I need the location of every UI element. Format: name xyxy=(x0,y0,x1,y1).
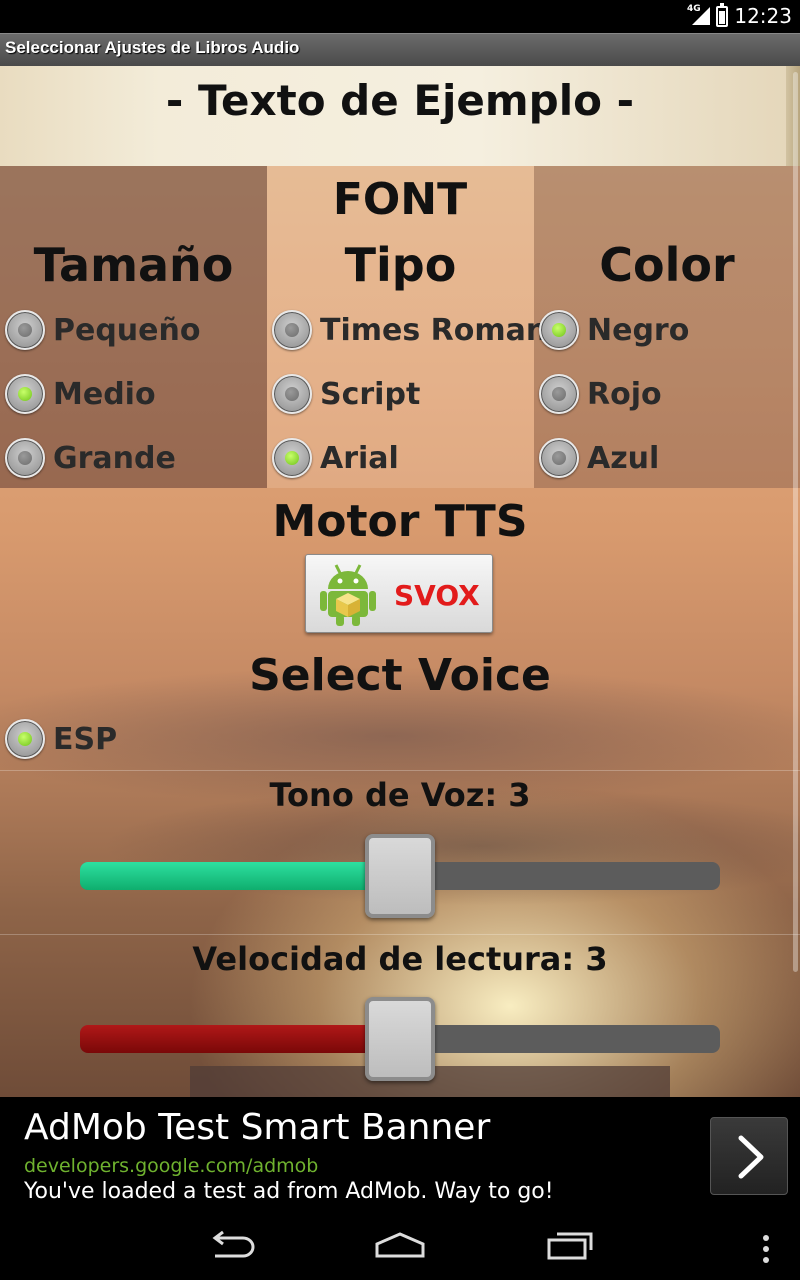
speed-slider-fill xyxy=(80,1025,400,1053)
font-color-heading: Color xyxy=(599,238,735,292)
pitch-slider-thumb[interactable] xyxy=(365,834,435,918)
radio-color-negro[interactable]: Negro xyxy=(539,305,689,355)
ad-description: You've loaded a test ad from AdMob. Way … xyxy=(24,1179,554,1204)
radio-button[interactable] xyxy=(539,374,579,414)
radio-label: Script xyxy=(320,376,421,412)
radio-type-arial[interactable]: Arial xyxy=(272,433,399,483)
recent-apps-icon[interactable] xyxy=(545,1230,597,1264)
radio-color-rojo[interactable]: Rojo xyxy=(539,369,662,419)
app-title: Seleccionar Ajustes de Libros Audio xyxy=(5,38,300,57)
pitch-slider[interactable] xyxy=(80,834,720,918)
android-package-icon xyxy=(318,561,378,631)
settings-content[interactable]: - Texto de Ejemplo - Tamaño Tipo Color F… xyxy=(0,66,800,1097)
radio-button[interactable] xyxy=(272,438,312,478)
ad-title: AdMob Test Smart Banner xyxy=(24,1107,491,1148)
radio-color-azul[interactable]: Azul xyxy=(539,433,659,483)
radio-button[interactable] xyxy=(272,310,312,350)
radio-label: Pequeño xyxy=(53,312,201,348)
radio-label: Grande xyxy=(53,440,176,476)
status-bar: 4G 12:23 xyxy=(0,0,800,33)
radio-type-times-roman[interactable]: Times Roman xyxy=(272,305,547,355)
font-type-heading: Tipo xyxy=(344,238,457,292)
radio-size-pequeno[interactable]: Pequeño xyxy=(5,305,200,355)
radio-type-script[interactable]: Script xyxy=(272,369,420,419)
radio-button[interactable] xyxy=(5,374,45,414)
font-section-label: FONT xyxy=(332,174,468,225)
radio-label: Azul xyxy=(587,440,660,476)
app-title-bar: Seleccionar Ajustes de Libros Audio xyxy=(0,33,800,66)
tts-engine-heading: Motor TTS xyxy=(272,496,528,547)
chevron-right-icon xyxy=(738,1135,764,1179)
radio-label: Times Roman xyxy=(320,312,548,348)
select-voice-heading: Select Voice xyxy=(249,650,551,701)
radio-button[interactable] xyxy=(5,310,45,350)
pitch-label: Tono de Voz: 3 xyxy=(269,776,531,814)
clock: 12:23 xyxy=(734,4,792,28)
speed-label: Velocidad de lectura: 3 xyxy=(192,940,608,978)
ad-open-button[interactable] xyxy=(710,1117,788,1195)
navigation-bar xyxy=(0,1212,800,1280)
radio-button[interactable] xyxy=(5,719,45,759)
tts-engine-button[interactable]: SVOX xyxy=(305,554,493,633)
back-icon[interactable] xyxy=(205,1230,255,1264)
scrollbar[interactable] xyxy=(793,72,798,972)
ad-banner[interactable]: AdMob Test Smart Banner developers.googl… xyxy=(0,1097,800,1212)
overflow-menu-icon[interactable] xyxy=(760,1234,772,1268)
ad-url: developers.google.com/admob xyxy=(24,1155,319,1177)
font-size-heading: Tamaño xyxy=(33,238,234,292)
radio-label: Medio xyxy=(53,376,156,412)
speed-slider-thumb[interactable] xyxy=(365,997,435,1081)
signal-4g-icon: 4G xyxy=(687,4,710,25)
home-icon[interactable] xyxy=(373,1230,427,1264)
radio-size-medio[interactable]: Medio xyxy=(5,369,156,419)
radio-voice-esp[interactable]: ESP xyxy=(5,714,117,764)
radio-label: Rojo xyxy=(587,376,662,412)
radio-button[interactable] xyxy=(539,438,579,478)
battery-icon xyxy=(716,3,728,27)
radio-label: Arial xyxy=(320,440,399,476)
pitch-slider-fill xyxy=(80,862,400,890)
radio-label: ESP xyxy=(53,721,118,757)
speed-slider[interactable] xyxy=(80,997,720,1081)
network-label: 4G xyxy=(687,4,701,14)
font-settings-panel: Tamaño Tipo Color FONT Pequeño Medio Gra… xyxy=(0,166,800,488)
radio-label: Negro xyxy=(587,312,690,348)
radio-button[interactable] xyxy=(539,310,579,350)
radio-button[interactable] xyxy=(5,438,45,478)
radio-size-grande[interactable]: Grande xyxy=(5,433,176,483)
sample-text: - Texto de Ejemplo - xyxy=(165,76,635,125)
tts-engine-label: SVOX xyxy=(394,579,480,612)
radio-button[interactable] xyxy=(272,374,312,414)
sample-text-header: - Texto de Ejemplo - xyxy=(0,66,800,166)
